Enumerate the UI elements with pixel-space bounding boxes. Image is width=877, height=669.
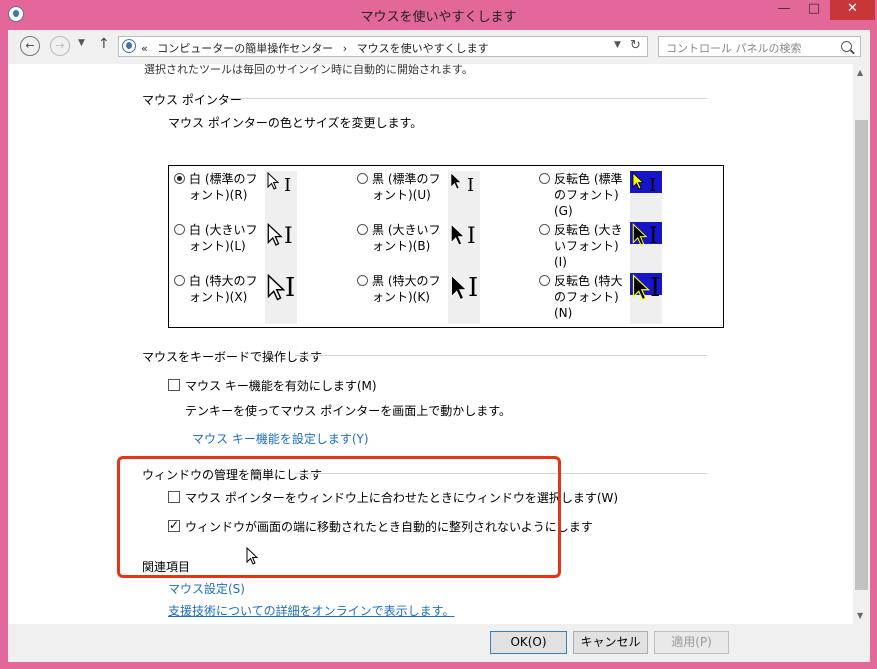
ibeam-icon: I	[649, 175, 657, 196]
minimize-button[interactable]: —	[770, 0, 798, 20]
address-dropdown-icon[interactable]: ▼	[614, 40, 621, 50]
black-arrow-icon	[450, 223, 466, 246]
search-input[interactable]: コントロール パネルの検索	[658, 36, 861, 57]
mouse-settings-link[interactable]: マウス設定(S)	[168, 580, 245, 597]
option-label: 白 (大きいフォント)(L)	[189, 223, 258, 253]
ibeam-icon: I	[285, 273, 296, 303]
pointer-preview: I	[265, 222, 297, 273]
cancel-button[interactable]: キャンセル	[573, 631, 648, 654]
pointer-preview: I	[265, 171, 297, 222]
scrollbar-thumb[interactable]	[855, 120, 868, 590]
ibeam-icon: I	[284, 224, 293, 249]
ibeam-icon: I	[649, 224, 658, 249]
window-title: マウスを使いやすくします	[360, 10, 517, 25]
assistive-tech-link[interactable]: 支援技術についての詳細をオンラインで表示します。	[168, 602, 454, 619]
apply-button[interactable]: 適用(P)	[654, 631, 729, 654]
forward-button[interactable]: →	[50, 36, 70, 56]
mouse-pointer-desc: マウス ポインターの色とサイズを変更します。	[168, 116, 423, 130]
radio-button[interactable]	[539, 173, 550, 184]
ibeam-icon: I	[467, 224, 476, 249]
search-placeholder: コントロール パネルの検索	[666, 42, 802, 55]
pointer-preview: I	[265, 273, 297, 324]
radio-button[interactable]	[539, 224, 550, 235]
option-label: 反転色 (標準のフォント)(G)	[554, 172, 623, 218]
pointer-preview: I	[448, 171, 480, 222]
inverted-arrow-icon	[632, 223, 648, 246]
option-label: 黒 (標準のフォント)(U)	[372, 172, 441, 202]
control-panel-icon	[122, 39, 136, 53]
pointer-preview: I	[448, 222, 480, 273]
highlight-annotation	[117, 456, 561, 578]
option-label: 反転色 (大きいフォント)(I)	[554, 223, 623, 269]
pointer-preview: I	[448, 273, 480, 324]
inverted-arrow-icon	[632, 172, 645, 190]
section-divider	[222, 98, 707, 99]
close-button[interactable]: ✕	[830, 0, 875, 20]
up-button[interactable]: ↑	[98, 36, 110, 52]
radio-button[interactable]	[174, 224, 185, 235]
ibeam-icon: I	[468, 273, 479, 303]
radio-button[interactable]	[539, 275, 550, 286]
mouse-pointer-heading: マウス ポインター	[142, 93, 242, 107]
pointer-preview: I	[630, 171, 662, 222]
breadcrumb: « コンピューターの簡単操作センター › マウスを使いやすくします	[141, 40, 489, 56]
section-divider	[295, 355, 707, 356]
option-label: 白 (標準のフォント)(R)	[189, 172, 258, 202]
navigation-bar: ← → ▼ ↑ « コンピューターの簡単操作センター › マウスを使いやすくしま…	[8, 30, 870, 64]
breadcrumb-separator[interactable]: ›	[343, 42, 347, 55]
mousekeys-label[interactable]: マウス キー機能を有効にします(M)	[185, 377, 377, 394]
cut-off-text: 選択されたツールは毎回のサインイン時に自動的に開始されます。	[144, 64, 473, 76]
main-content: 選択されたツールは毎回のサインイン時に自動的に開始されます。 マウス ポインター…	[8, 64, 853, 624]
breadcrumb-item-mouse[interactable]: マウスを使いやすくします	[357, 42, 489, 55]
radio-button[interactable]	[357, 173, 368, 184]
mousekeys-checkbox[interactable]	[168, 379, 180, 391]
black-arrow-icon	[450, 172, 462, 190]
breadcrumb-item-ease-of-access[interactable]: コンピューターの簡単操作センター	[157, 42, 333, 55]
option-label: 黒 (大きいフォント)(B)	[372, 223, 441, 253]
mouse-cursor-icon	[246, 547, 259, 565]
breadcrumb-overflow[interactable]: «	[141, 42, 148, 55]
scroll-down-icon[interactable]: ▼	[857, 611, 863, 620]
white-arrow-icon	[267, 223, 283, 246]
search-icon[interactable]	[841, 41, 852, 52]
option-label: 白 (特大のフォント)(X)	[189, 274, 258, 304]
ibeam-icon: I	[650, 273, 661, 303]
mousekeys-desc: テンキーを使ってマウス ポインターを画面上で動かします。	[185, 404, 512, 418]
ok-button[interactable]: OK(O)	[490, 631, 567, 654]
white-arrow-icon	[267, 172, 280, 190]
recent-pages-dropdown[interactable]: ▼	[78, 38, 85, 48]
ibeam-icon: I	[284, 175, 292, 196]
maximize-button[interactable]: □	[800, 0, 828, 20]
title-bar: マウスを使いやすくします — □ ✕	[0, 0, 877, 30]
option-label: 黒 (特大のフォント)(K)	[372, 274, 441, 304]
mousekeys-settings-link[interactable]: マウス キー機能を設定します(Y)	[192, 430, 369, 447]
radio-button[interactable]	[357, 275, 368, 286]
pointer-preview: I	[630, 222, 662, 273]
pointer-scheme-group: 白 (標準のフォント)(R) I 黒 (標準のフォント)(U) I 反転色 (標…	[168, 165, 724, 328]
scroll-up-icon[interactable]: ▲	[857, 68, 863, 77]
window-body: ← → ▼ ↑ « コンピューターの簡単操作センター › マウスを使いやすくしま…	[8, 30, 870, 662]
pointer-preview: I	[630, 273, 662, 324]
ibeam-icon: I	[467, 175, 475, 196]
dialog-footer: OK(O) キャンセル 適用(P)	[8, 624, 870, 662]
keyboard-mouse-heading: マウスをキーボードで操作します	[142, 350, 323, 364]
option-label: 反転色 (特大のフォント)(N)	[554, 274, 623, 320]
address-bar[interactable]: « コンピューターの簡単操作センター › マウスを使いやすくします ▼ ↻	[118, 36, 648, 57]
vertical-scrollbar[interactable]: ▲ ▼	[853, 64, 870, 624]
radio-button[interactable]	[357, 224, 368, 235]
refresh-icon[interactable]: ↻	[630, 38, 641, 53]
radio-button[interactable]	[174, 275, 185, 286]
radio-button[interactable]	[174, 173, 185, 184]
back-button[interactable]: ←	[20, 36, 40, 56]
